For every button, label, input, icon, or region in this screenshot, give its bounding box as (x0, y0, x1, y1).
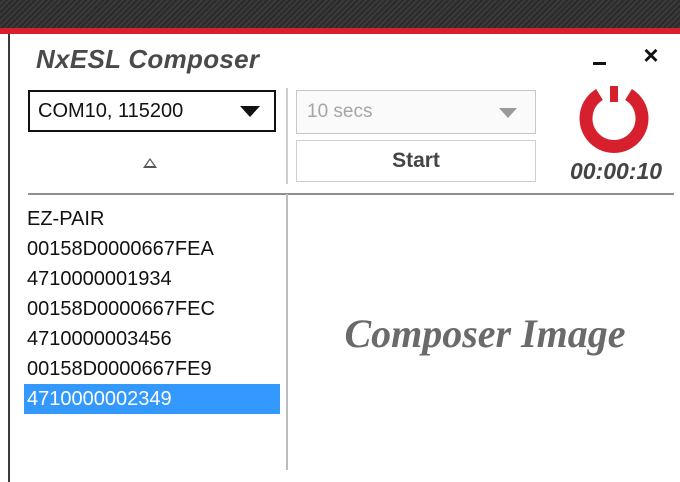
brand-accent-band (0, 28, 680, 34)
port-select[interactable]: COM10, 115200 (28, 90, 276, 132)
app-title: NxESL Composer (36, 44, 260, 74)
horizontal-divider (28, 193, 674, 195)
vertical-divider-main (286, 194, 288, 470)
window-left-border (8, 34, 10, 482)
vertical-divider-top (286, 88, 288, 184)
window-top-strip (0, 0, 680, 28)
interval-select[interactable]: 10 secs (296, 90, 536, 134)
minimize-icon (592, 61, 606, 65)
device-list[interactable]: EZ-PAIR 00158D0000667FEA 4710000001934 0… (24, 204, 280, 414)
list-item[interactable]: 00158D0000667FEC (24, 294, 280, 324)
sort-ascending-icon[interactable] (143, 158, 157, 168)
list-item[interactable]: EZ-PAIR (24, 204, 280, 234)
list-item-selected[interactable]: 4710000002349 (24, 384, 280, 414)
composer-image-placeholder: Composer Image (344, 311, 626, 356)
list-item[interactable]: 4710000001934 (24, 264, 280, 294)
start-button[interactable]: Start (296, 140, 536, 182)
list-item[interactable]: 4710000003456 (24, 324, 280, 354)
interval-select-value: 10 secs (307, 101, 373, 122)
port-select-value: COM10, 115200 (38, 99, 184, 122)
chevron-down-icon (499, 108, 517, 118)
list-item[interactable]: 00158D0000667FE9 (24, 354, 280, 384)
close-icon: × (643, 39, 659, 70)
minimize-button[interactable] (584, 40, 614, 70)
timer-readout: 00:00:10 (569, 158, 663, 184)
chevron-down-icon (240, 106, 260, 117)
power-timer-icon[interactable] (579, 84, 649, 154)
list-item[interactable]: 00158D0000667FEA (24, 234, 280, 264)
close-button[interactable]: × (636, 40, 666, 70)
